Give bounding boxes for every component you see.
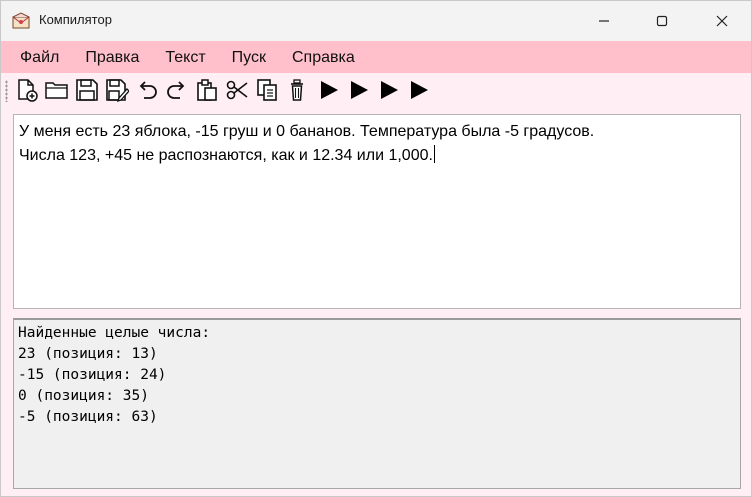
save-as-icon bbox=[106, 79, 129, 102]
title-bar: Компилятор bbox=[1, 1, 751, 41]
undo-icon bbox=[139, 81, 157, 99]
delete-icon bbox=[291, 79, 303, 101]
close-icon bbox=[716, 15, 728, 27]
save-button[interactable] bbox=[74, 78, 100, 102]
output-line: 23 (позиция: 13) bbox=[18, 346, 158, 362]
menu-text[interactable]: Текст bbox=[152, 41, 218, 73]
output-heading: Найденные целые числа: bbox=[18, 325, 211, 341]
redo-icon bbox=[167, 81, 185, 99]
editor-line: У меня есть 23 яблока, -15 груш и 0 бана… bbox=[19, 123, 595, 140]
run-icon bbox=[351, 81, 368, 99]
window-title: Компилятор bbox=[39, 12, 112, 27]
run-button-4[interactable] bbox=[406, 78, 432, 102]
cut-button[interactable] bbox=[224, 78, 250, 102]
source-editor[interactable]: У меня есть 23 яблока, -15 груш и 0 бана… bbox=[13, 114, 741, 309]
save-as-button[interactable] bbox=[104, 78, 130, 102]
menu-help[interactable]: Справка bbox=[279, 41, 368, 73]
output-line: -15 (позиция: 24) bbox=[18, 367, 167, 383]
output-line: -5 (позиция: 63) bbox=[18, 409, 158, 425]
app-window: Компилятор Файл Правка Текст Пуск Справк… bbox=[0, 0, 752, 497]
close-button[interactable] bbox=[693, 1, 751, 41]
undo-button[interactable] bbox=[134, 78, 160, 102]
new-file-button[interactable] bbox=[14, 78, 40, 102]
toolbar bbox=[1, 73, 751, 107]
maximize-icon bbox=[656, 15, 668, 27]
delete-button[interactable] bbox=[284, 78, 310, 102]
minimize-button[interactable] bbox=[575, 1, 633, 41]
paste-icon bbox=[197, 79, 217, 101]
open-button[interactable] bbox=[44, 78, 70, 102]
menu-run[interactable]: Пуск bbox=[219, 41, 279, 73]
copy-icon bbox=[257, 79, 277, 101]
copy-button[interactable] bbox=[254, 78, 280, 102]
save-icon bbox=[76, 79, 98, 101]
run-icon bbox=[411, 81, 428, 99]
output-line: 0 (позиция: 35) bbox=[18, 388, 149, 404]
redo-button[interactable] bbox=[164, 78, 190, 102]
maximize-button[interactable] bbox=[633, 1, 691, 41]
editor-line: Числа 123, +45 не распознаются, как и 12… bbox=[19, 144, 735, 168]
run-button-2[interactable] bbox=[346, 78, 372, 102]
open-folder-icon bbox=[45, 82, 68, 99]
output-panel[interactable]: Найденные целые числа: 23 (позиция: 13) … bbox=[13, 318, 741, 489]
paste-button[interactable] bbox=[194, 78, 220, 102]
run-button-1[interactable] bbox=[316, 78, 342, 102]
toolbar-grip[interactable] bbox=[5, 80, 8, 102]
minimize-icon bbox=[599, 20, 609, 22]
app-icon bbox=[12, 12, 30, 29]
menu-edit[interactable]: Правка bbox=[72, 41, 152, 73]
cut-icon bbox=[226, 80, 248, 100]
run-button-3[interactable] bbox=[376, 78, 402, 102]
text-caret bbox=[433, 145, 435, 163]
menu-bar: Файл Правка Текст Пуск Справка bbox=[1, 41, 751, 73]
editor-line-text: Числа 123, +45 не распознаются, как и 12… bbox=[19, 147, 433, 164]
run-icon bbox=[381, 81, 398, 99]
menu-file[interactable]: Файл bbox=[7, 41, 72, 73]
new-file-icon bbox=[18, 79, 38, 102]
run-icon bbox=[321, 81, 338, 99]
